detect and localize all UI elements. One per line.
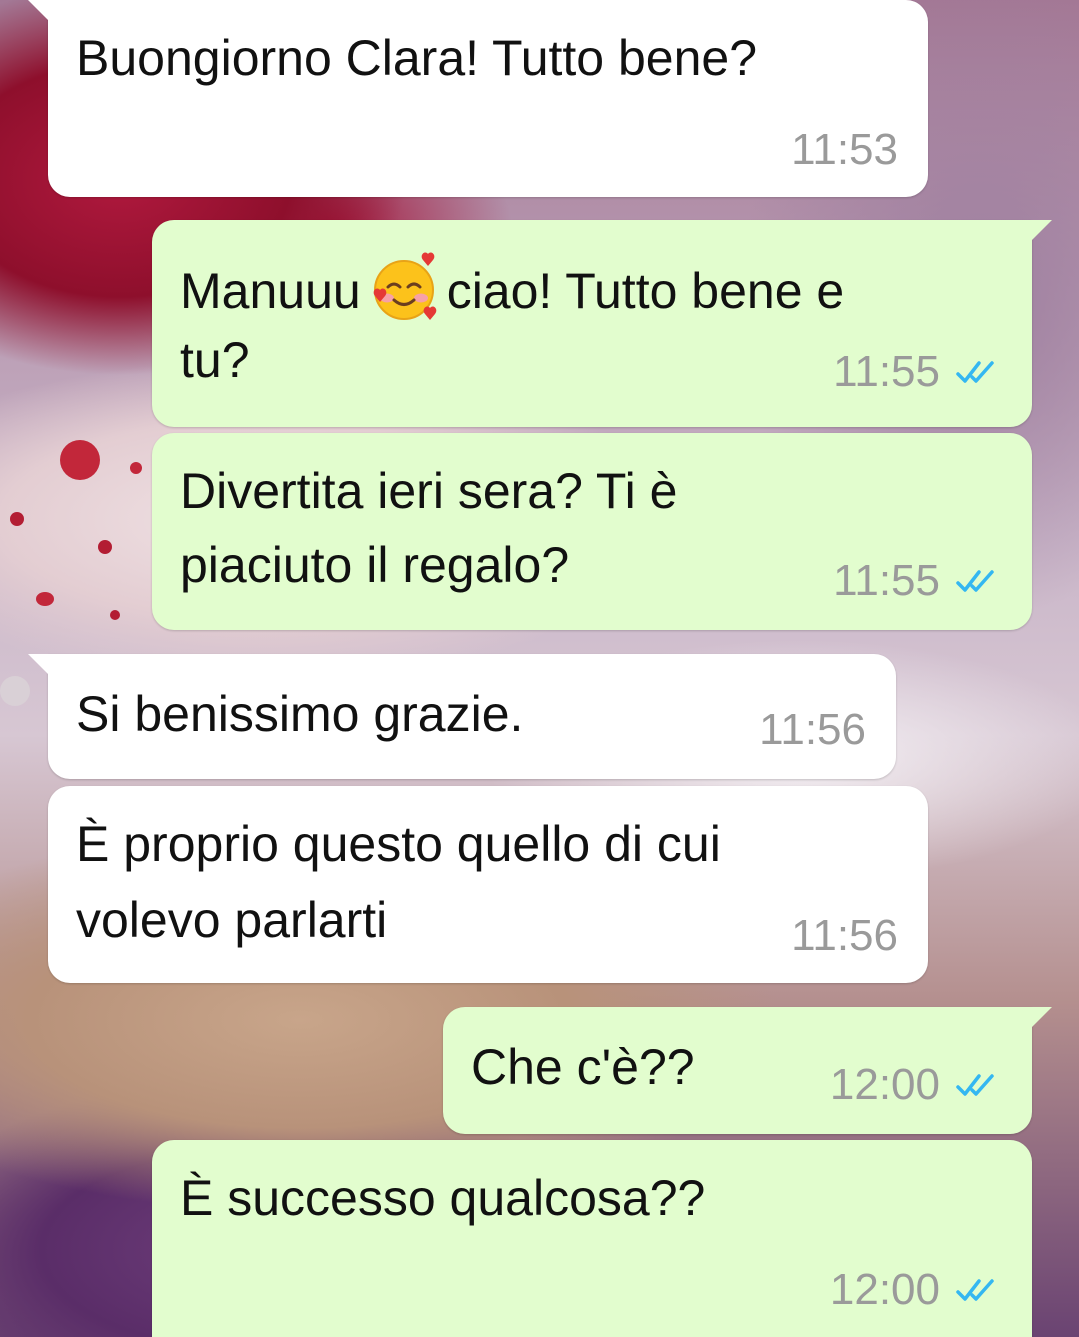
message-meta: 11:55 (833, 556, 1002, 606)
message-text-line-1: È proprio questo quello di cui (76, 816, 721, 872)
message-meta: 11:56 (791, 911, 898, 961)
incoming-message[interactable]: Buongiorno Clara! Tutto bene? 11:53 (28, 0, 928, 197)
message-meta: 12:00 (830, 1060, 1002, 1110)
message-text: Buongiorno Clara! Tutto bene? (76, 30, 758, 86)
message-time: 11:56 (759, 705, 866, 754)
message-text: Si benissimo grazie. (76, 686, 524, 742)
message-text: Manuuu ciao! Tutto bene e (180, 250, 844, 327)
outgoing-message[interactable]: Che c'è?? 12:00 (443, 1007, 1052, 1134)
message-meta: 11:56 (759, 705, 866, 755)
message-time: 12:00 (829, 1265, 940, 1314)
double-check-icon (956, 1074, 994, 1096)
message-text-line-2: piaciuto il regalo? (180, 537, 570, 593)
bubble-tail (1026, 220, 1052, 246)
message-meta: 11:55 (833, 347, 1002, 397)
bubble-tail (28, 0, 54, 26)
double-check-icon (956, 1279, 994, 1301)
message-text-line-1: Divertita ieri sera? Ti è (180, 463, 678, 519)
smiling-face-with-hearts-emoji-icon (367, 250, 441, 324)
message-text: È successo qualcosa?? (180, 1170, 706, 1226)
message-time: 11:56 (791, 911, 898, 960)
message-text-part: Manuuu (180, 263, 361, 319)
message-text-line-2: tu? (180, 332, 250, 388)
message-list[interactable]: Buongiorno Clara! Tutto bene? 11:53 Manu… (0, 0, 1079, 1337)
incoming-message[interactable]: È proprio questo quello di cui volevo pa… (48, 786, 928, 983)
message-meta: 12:00 (830, 1265, 1002, 1315)
message-meta: 11:53 (791, 125, 898, 175)
incoming-message[interactable]: Si benissimo grazie. 11:56 (28, 654, 896, 779)
message-time: 11:53 (791, 125, 898, 174)
message-text-line-2: volevo parlarti (76, 892, 388, 948)
message-text-part: ciao! Tutto bene e (446, 263, 845, 319)
message-time: 11:55 (833, 347, 940, 396)
bubble-tail (1026, 1007, 1052, 1033)
message-time: 12:00 (829, 1060, 940, 1109)
double-check-icon (956, 361, 994, 383)
outgoing-message[interactable]: Manuuu ciao! Tutto bene e tu? 11:55 (152, 220, 1052, 427)
message-time: 11:55 (833, 556, 940, 605)
message-text: Che c'è?? (471, 1039, 695, 1095)
outgoing-message[interactable]: È successo qualcosa?? 12:00 (152, 1140, 1032, 1337)
double-check-icon (956, 570, 994, 592)
bubble-tail (28, 654, 54, 680)
outgoing-message[interactable]: Divertita ieri sera? Ti è piaciuto il re… (152, 433, 1032, 630)
